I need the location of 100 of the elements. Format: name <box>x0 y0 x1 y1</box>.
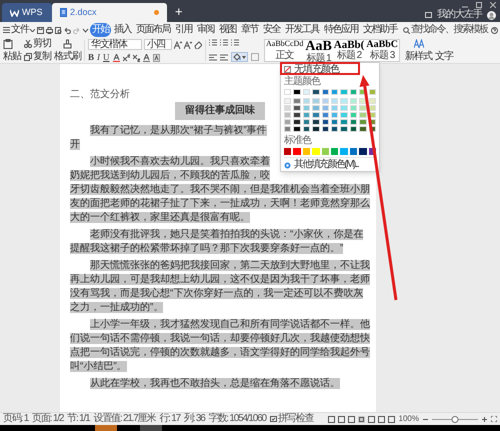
caret-icon[interactable] <box>30 28 35 32</box>
color-swatch[interactable] <box>350 89 358 95</box>
file-menu[interactable]: 文件 <box>11 25 29 35</box>
color-swatch[interactable] <box>340 119 348 125</box>
shading-button[interactable] <box>231 52 248 62</box>
color-swatch[interactable] <box>359 112 367 118</box>
zoom-in-icon[interactable] <box>482 416 487 422</box>
format-button[interactable]: B <box>88 53 94 62</box>
color-swatch[interactable] <box>293 126 301 132</box>
color-swatch[interactable] <box>331 98 338 104</box>
spell-check-icon[interactable] <box>270 416 277 422</box>
color-swatch[interactable] <box>302 119 310 125</box>
shrink-font-icon[interactable] <box>184 40 192 48</box>
subscript-icon[interactable] <box>132 54 140 62</box>
color-swatch[interactable] <box>312 119 320 125</box>
web-view-icon[interactable] <box>378 416 385 422</box>
fullscreen-icon[interactable] <box>491 416 497 422</box>
new-style-button[interactable]: 新样式 <box>405 52 432 62</box>
color-swatch[interactable] <box>322 89 330 95</box>
color-swatch[interactable] <box>312 148 320 155</box>
save-icon[interactable] <box>36 26 44 34</box>
no-fill-option[interactable]: 无填充颜色 <box>294 64 339 74</box>
color-swatch[interactable] <box>284 112 292 118</box>
edit-mode-icon[interactable] <box>348 416 355 422</box>
color-swatch[interactable] <box>340 126 348 132</box>
color-swatch[interactable] <box>312 89 320 95</box>
maximize-icon[interactable] <box>476 2 482 8</box>
ribbon-tab[interactable]: 引用 <box>173 23 194 37</box>
document-tab[interactable]: 2.docx <box>52 3 167 22</box>
color-swatch[interactable] <box>368 89 376 95</box>
ribbon-tab[interactable]: 安全 <box>261 23 282 37</box>
ribbon-tab[interactable]: 开发工具 <box>283 23 321 37</box>
color-swatch[interactable] <box>322 148 330 155</box>
print-preview-icon[interactable] <box>54 26 62 34</box>
copy-button[interactable]: 复制 <box>33 52 51 62</box>
print-icon[interactable] <box>46 26 52 34</box>
numbered-list-icon[interactable] <box>220 39 228 46</box>
color-swatch[interactable] <box>340 148 348 155</box>
scissors-icon[interactable] <box>24 40 32 48</box>
style-item[interactable]: AaBb( 标题 2 <box>332 40 366 61</box>
user-name[interactable]: 我的大左手 <box>437 10 482 20</box>
color-swatch[interactable] <box>312 112 320 118</box>
font-name-field[interactable]: 华文楷体 <box>88 39 142 50</box>
color-swatch[interactable] <box>284 119 292 125</box>
ribbon-tab[interactable]: 页面布局 <box>134 23 172 37</box>
more-colors-option[interactable]: 其他填充颜色(M)... <box>294 160 358 170</box>
color-swatch[interactable] <box>293 105 301 111</box>
eraser-icon[interactable] <box>194 40 202 48</box>
highlight-icon[interactable] <box>142 54 150 62</box>
ribbon-tab[interactable]: 视图 <box>217 23 238 37</box>
indent-icon[interactable] <box>231 39 239 46</box>
focus-mode-icon[interactable] <box>328 416 335 422</box>
zoom-slider-thumb[interactable] <box>452 416 458 422</box>
menu-icon[interactable] <box>3 27 10 33</box>
font-size-field[interactable]: 小四 <box>144 39 172 50</box>
color-swatch[interactable] <box>302 105 310 111</box>
new-tab-button[interactable]: + <box>167 5 191 22</box>
help-icon[interactable] <box>490 26 498 34</box>
bullet-list-icon[interactable] <box>209 39 217 46</box>
color-swatch[interactable] <box>340 112 348 118</box>
close-icon[interactable] <box>490 2 496 8</box>
color-swatch[interactable] <box>350 119 358 125</box>
color-swatch[interactable] <box>302 148 310 155</box>
color-swatch[interactable] <box>340 98 348 104</box>
style-item[interactable]: AaBbC 标题 3 <box>365 40 400 61</box>
reading-mode-icon[interactable] <box>338 416 345 422</box>
format-button[interactable]: I <box>97 53 100 62</box>
color-swatch[interactable] <box>331 105 338 111</box>
new-style-icon[interactable] <box>414 39 424 48</box>
color-swatch[interactable] <box>322 105 330 111</box>
style-item[interactable]: AaBbCcDd 正文 <box>265 40 304 61</box>
color-swatch[interactable] <box>331 148 338 155</box>
color-swatch[interactable] <box>302 98 310 104</box>
color-swatch[interactable] <box>293 89 301 95</box>
color-swatch[interactable] <box>359 119 367 125</box>
copy-icon[interactable] <box>24 53 32 61</box>
tablet-icon[interactable] <box>425 12 432 18</box>
ribbon-tab[interactable]: 审阅 <box>195 23 216 37</box>
color-swatch[interactable] <box>293 119 301 125</box>
color-swatch[interactable] <box>340 105 348 111</box>
color-swatch[interactable] <box>331 126 338 132</box>
search-field[interactable]: 查找命令、搜索模板 <box>403 25 488 35</box>
color-swatch[interactable] <box>350 105 358 111</box>
ribbon-tab[interactable]: 特色应用 <box>322 23 360 37</box>
color-swatch[interactable] <box>302 126 310 132</box>
spell-check-button[interactable]: 拼写检查 <box>278 414 314 424</box>
color-swatch[interactable] <box>312 105 320 111</box>
color-swatch[interactable] <box>359 148 367 155</box>
color-swatch[interactable] <box>350 126 358 132</box>
paste-icon[interactable] <box>3 39 13 49</box>
align-left-icon[interactable] <box>209 54 217 60</box>
color-swatch[interactable] <box>359 105 367 111</box>
text-tool-button[interactable]: 文字 <box>435 52 454 62</box>
color-swatch[interactable] <box>331 89 338 95</box>
color-swatch[interactable] <box>368 98 376 104</box>
style-item[interactable]: AaB 标题 1 <box>304 40 333 61</box>
color-swatch[interactable] <box>293 98 301 104</box>
color-swatch[interactable] <box>350 148 358 155</box>
format-painter-button[interactable]: 格式刷 <box>54 52 81 62</box>
color-swatch[interactable] <box>331 112 338 118</box>
